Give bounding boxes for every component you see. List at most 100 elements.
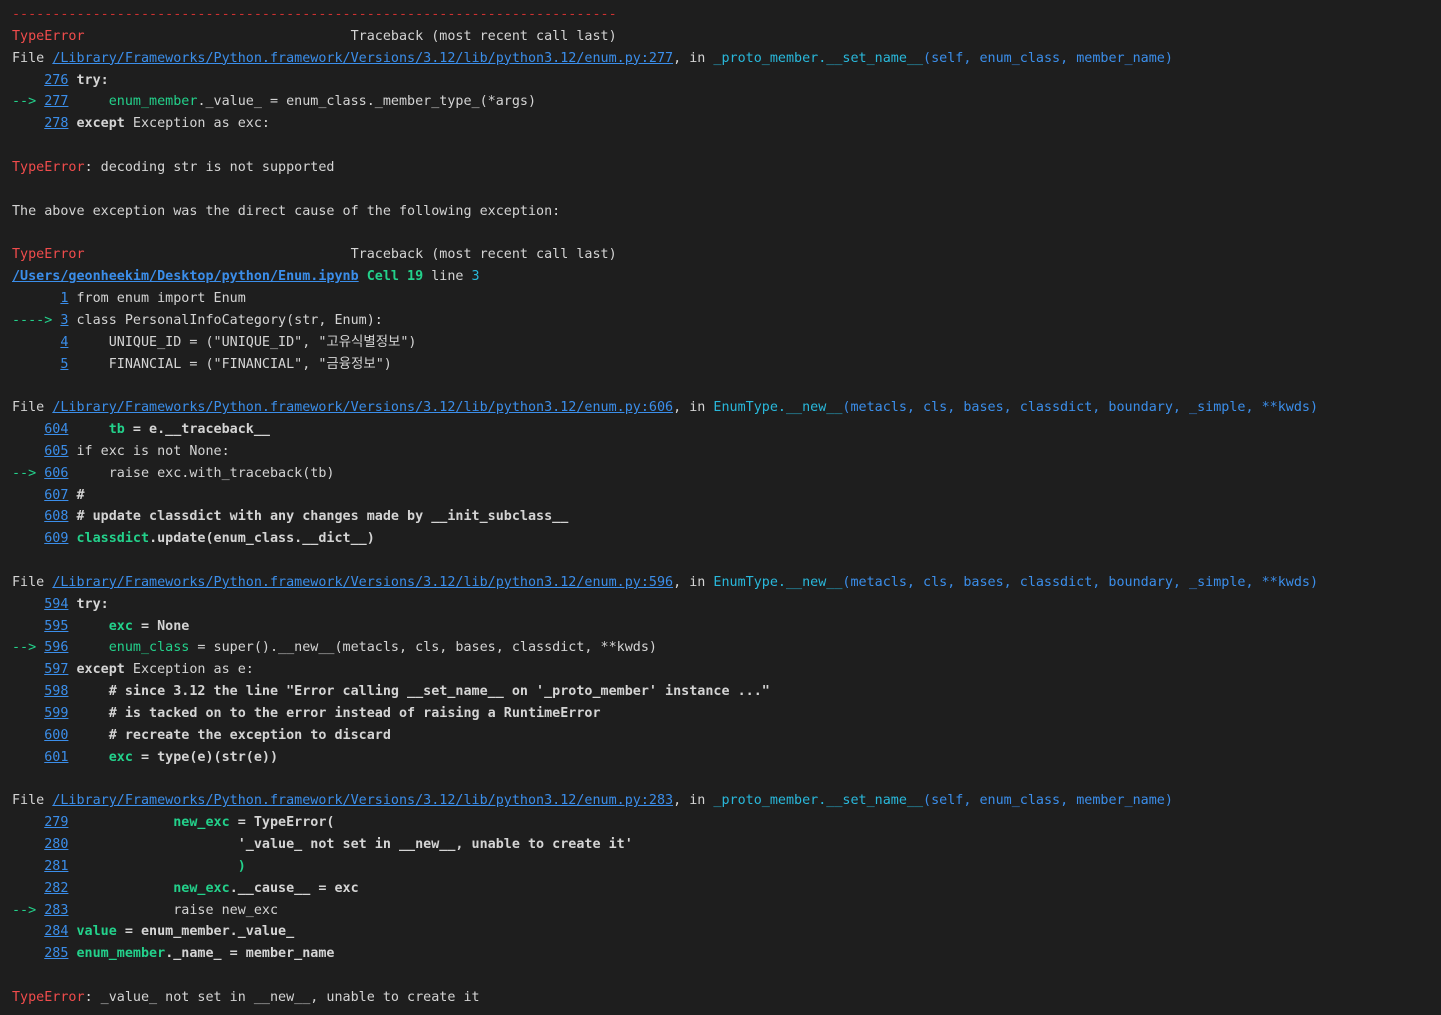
code-line: 609 classdict.update(enum_class.__dict__…	[12, 528, 1441, 550]
code-text: = type(e)(str(e))	[132, 749, 279, 765]
file-path-link[interactable]: /Library/Frameworks/Python.framework/Ver…	[52, 793, 673, 808]
in-label: , in	[673, 574, 714, 590]
line-number-link[interactable]: 594	[44, 597, 68, 612]
code-variable: tb	[108, 422, 125, 438]
error-type: TypeError	[12, 159, 85, 175]
line-number-link[interactable]: 279	[44, 815, 68, 830]
code-text: raise exc.with_traceback(tb)	[68, 465, 335, 481]
arrow-gutter	[12, 116, 44, 131]
frame-file-line: File /Library/Frameworks/Python.framewor…	[12, 790, 1441, 812]
arrow-gutter	[12, 597, 44, 612]
arrow-gutter	[12, 728, 44, 743]
traceback-header: TypeError Traceback (most recent call la…	[12, 244, 1441, 266]
line-number-link[interactable]: 276	[44, 73, 68, 88]
function-class: EnumType	[713, 400, 778, 416]
arrow-gutter	[12, 946, 44, 961]
code-text: #	[68, 487, 85, 503]
frame-file-line: File /Library/Frameworks/Python.framewor…	[12, 572, 1441, 594]
function-class: _proto_member	[713, 793, 819, 809]
line-number: 3	[471, 269, 480, 285]
file-label: File	[12, 574, 53, 590]
code-text: = enum_member._value_	[116, 924, 295, 940]
code-line-current: ----> 3 class PersonalInfoCategory(str, …	[12, 310, 1441, 332]
code-line: 599 # is tacked on to the error instead …	[12, 703, 1441, 725]
line-number-link[interactable]: 597	[44, 662, 68, 677]
cause-text: The above exception was the direct cause…	[12, 203, 561, 219]
code-line: 279 new_exc = TypeError(	[12, 812, 1441, 834]
error-type: TypeError	[12, 989, 85, 1005]
file-path-link[interactable]: /Library/Frameworks/Python.framework/Ver…	[52, 575, 673, 590]
code-text: .update(enum_class.__dict__)	[149, 531, 375, 547]
line-number-link[interactable]: 605	[44, 444, 68, 459]
line-number-link[interactable]: 280	[44, 837, 68, 852]
traceback-title: Traceback (most recent call last)	[350, 247, 617, 263]
current-line-arrow: ---->	[12, 312, 61, 328]
error-message-line: TypeError: decoding str is not supported	[12, 157, 1441, 179]
code-text: = super().__new__(metacls, cls, bases, c…	[189, 640, 657, 656]
line-number-link[interactable]: 598	[44, 684, 68, 699]
arrow-gutter	[12, 73, 44, 88]
line-number-link[interactable]: 604	[44, 422, 68, 437]
line-number-link[interactable]: 599	[44, 706, 68, 721]
arrow-gutter	[12, 924, 44, 939]
function-class: EnumType	[713, 574, 778, 590]
notebook-path-link[interactable]: /Users/geonheekim/Desktop/python/Enum.ip…	[12, 269, 359, 284]
code-variable: enum_member	[76, 946, 166, 962]
line-number-link[interactable]: 282	[44, 881, 68, 896]
line-number-link[interactable]: 283	[44, 903, 68, 918]
line-number-link[interactable]: 595	[44, 619, 68, 634]
line-number-link[interactable]: 281	[44, 859, 68, 874]
line-label: line	[423, 269, 472, 285]
line-number-link[interactable]: 596	[44, 640, 68, 655]
code-line: 1 from enum import Enum	[12, 288, 1441, 310]
code-text: try:	[76, 72, 109, 88]
code-text: = TypeError(	[229, 815, 335, 831]
line-number-link[interactable]: 609	[44, 531, 68, 546]
function-class: _proto_member	[713, 50, 819, 66]
function-name: .__set_name__	[818, 793, 924, 809]
code-line: 281 )	[12, 856, 1441, 878]
arrow-gutter	[12, 444, 44, 459]
current-line-arrow: -->	[12, 640, 45, 656]
line-number-link[interactable]: 601	[44, 750, 68, 765]
code-text: FINANCIAL = ("FINANCIAL", "금융정보")	[68, 356, 392, 372]
line-number-link[interactable]: 600	[44, 728, 68, 743]
file-label: File	[12, 793, 53, 809]
file-path-link[interactable]: /Library/Frameworks/Python.framework/Ver…	[52, 400, 673, 415]
arrow-gutter	[12, 335, 60, 350]
code-string: '_value_ not set in __new__, unable to c…	[237, 837, 633, 853]
line-number-link[interactable]: 606	[44, 466, 68, 481]
line-number-link[interactable]: 608	[44, 509, 68, 524]
code-keyword: except	[76, 662, 125, 678]
code-text: Exception as e:	[124, 662, 254, 678]
code-text: ._value_ = enum_class._member_type_(*arg…	[197, 94, 537, 110]
error-message: : decoding str is not supported	[84, 159, 335, 175]
line-number-link[interactable]: 277	[44, 94, 68, 109]
code-line: 604 tb = e.__traceback__	[12, 419, 1441, 441]
line-number-link[interactable]: 278	[44, 116, 68, 131]
code-variable: value	[76, 924, 117, 940]
code-comment: # since 3.12 the line "Error calling __s…	[108, 684, 770, 700]
line-number-link[interactable]: 284	[44, 924, 68, 939]
function-name: .__new__	[777, 574, 843, 590]
current-line-arrow: -->	[12, 94, 45, 110]
error-type: TypeError	[12, 247, 85, 263]
file-path-link[interactable]: /Library/Frameworks/Python.framework/Ver…	[52, 51, 673, 66]
code-text: try:	[76, 596, 109, 612]
file-label: File	[12, 400, 53, 416]
code-line: 600 # recreate the exception to discard	[12, 725, 1441, 747]
code-line: 276 try:	[12, 70, 1441, 92]
line-number-link[interactable]: 607	[44, 488, 68, 503]
code-text: # update classdict with any changes made…	[68, 509, 569, 525]
code-text: UNIQUE_ID = ("UNIQUE_ID", "고유식별정보")	[68, 334, 417, 350]
arrow-gutter	[12, 531, 44, 546]
function-args: (metacls, cls, bases, classdict, boundar…	[842, 574, 1319, 590]
code-text: raise new_exc	[173, 902, 279, 918]
line-number-link[interactable]: 285	[44, 946, 68, 961]
